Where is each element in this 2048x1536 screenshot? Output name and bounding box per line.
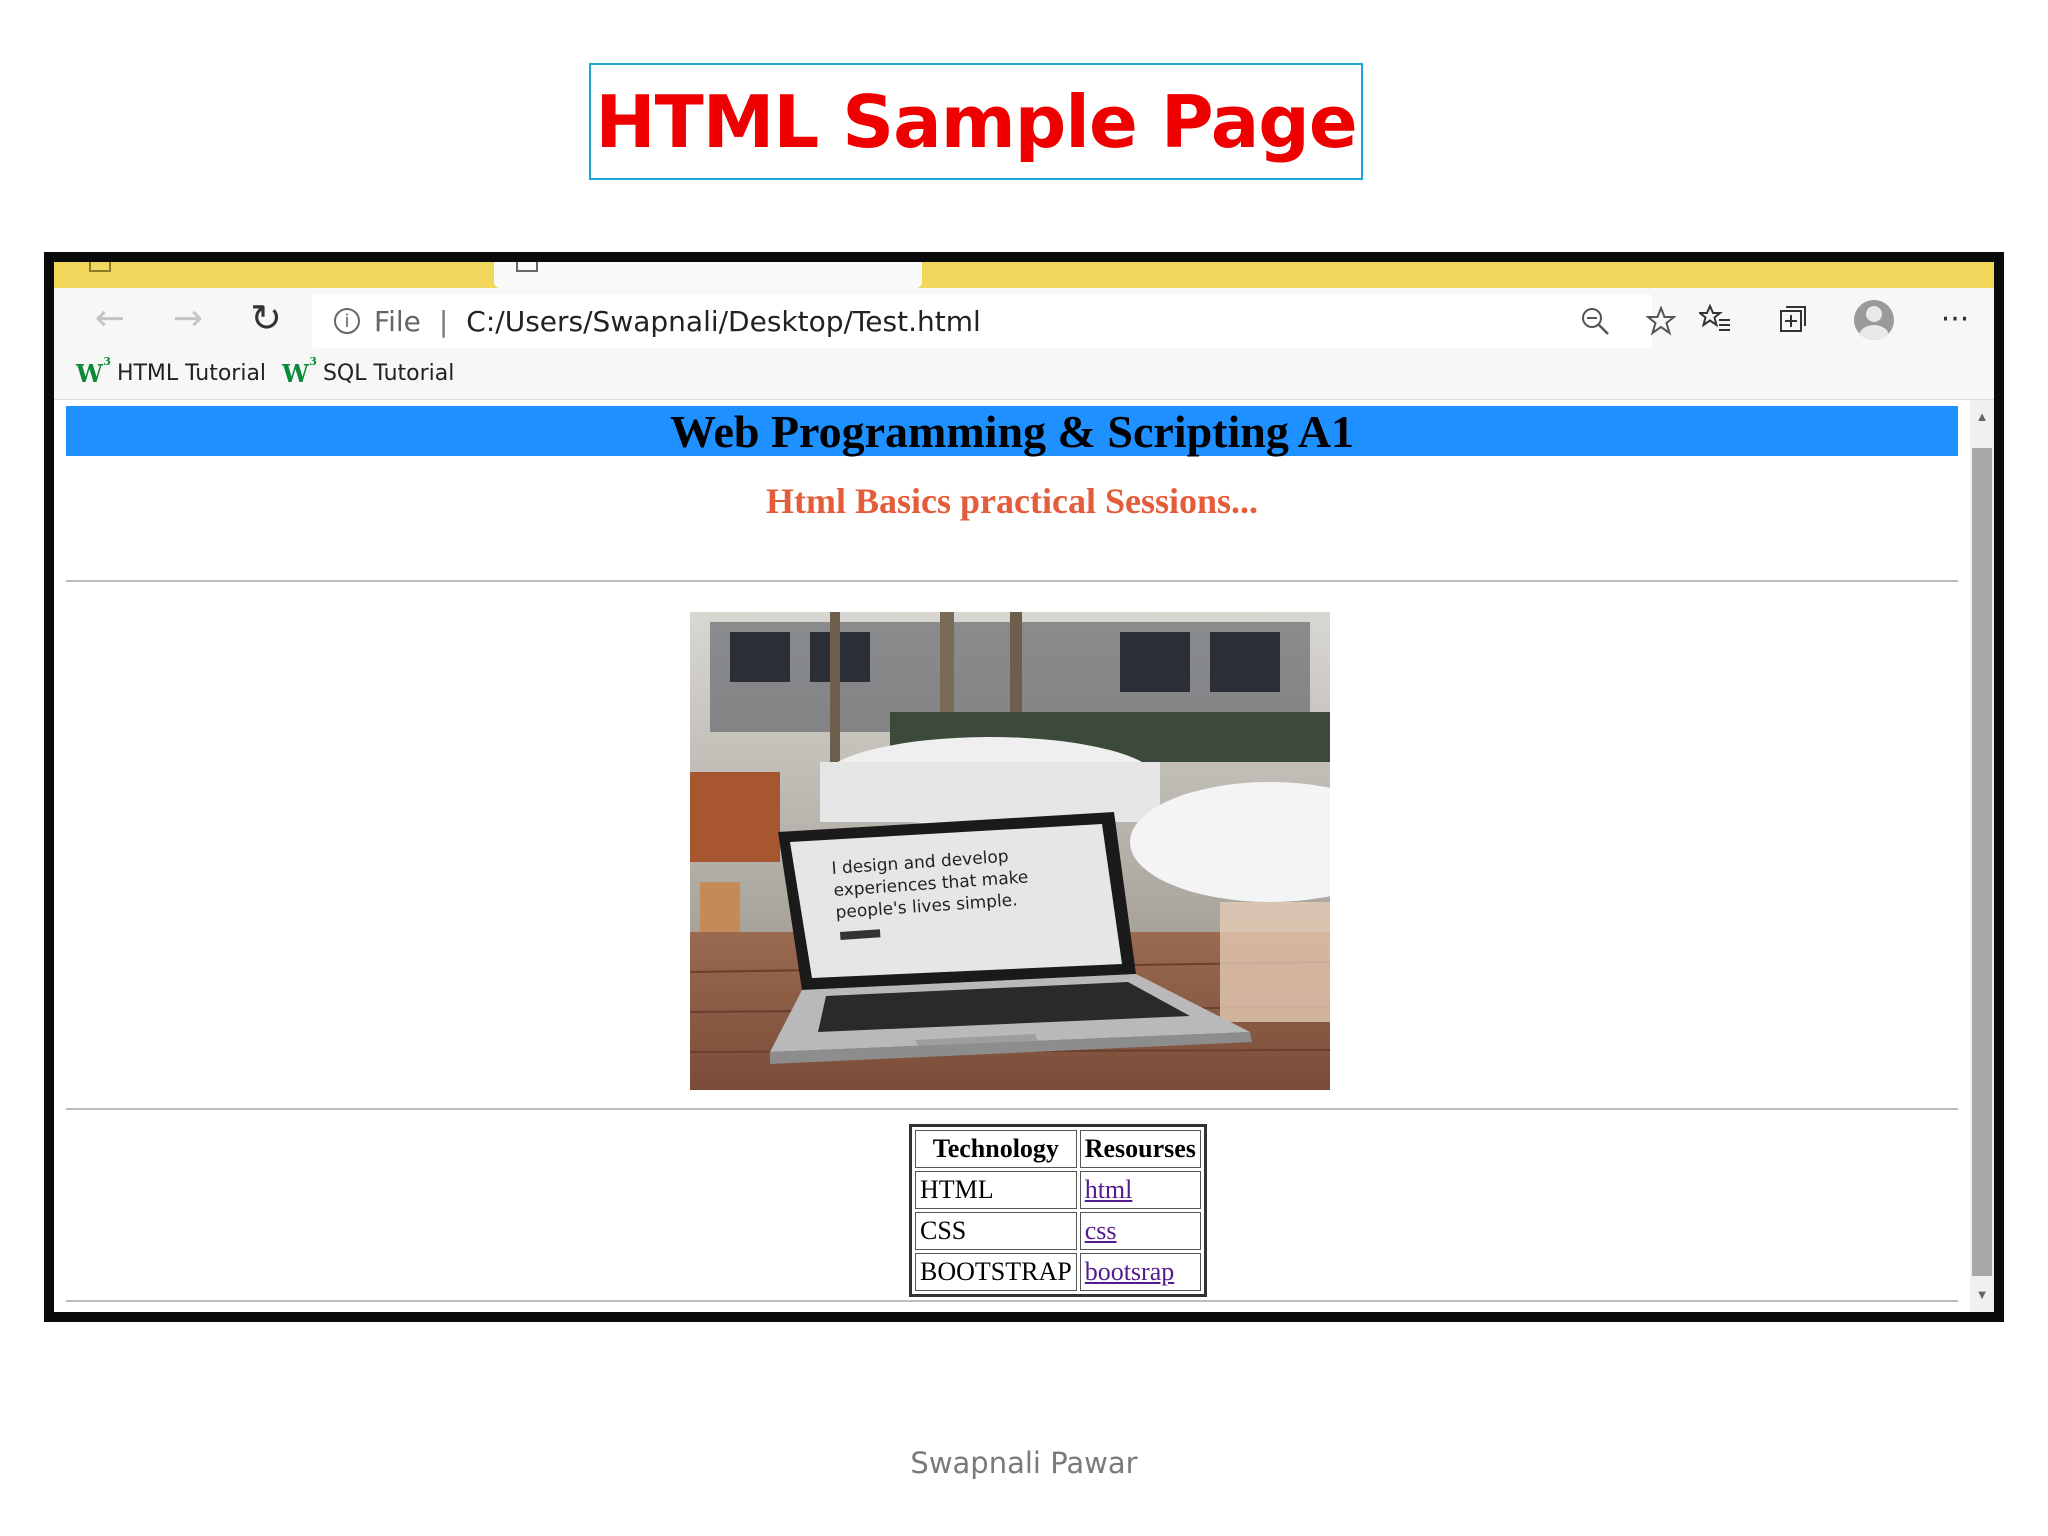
- table-header-technology: Technology: [915, 1130, 1077, 1168]
- scroll-down-arrow-icon[interactable]: ▼: [1970, 1282, 1994, 1306]
- tab-strip: [54, 262, 1994, 288]
- forward-arrow-icon[interactable]: →: [164, 294, 212, 342]
- table-header-resources: Resourses: [1079, 1130, 1201, 1168]
- table-row: CSS css: [915, 1212, 1201, 1250]
- table-cell-technology: CSS: [915, 1212, 1077, 1250]
- table-header-row: Technology Resourses: [915, 1130, 1201, 1168]
- technology-table: Technology Resourses HTML html CSS css B…: [909, 1124, 1207, 1297]
- browser-window: ← → ↻ i File | C:/Users/Swapnali/Desktop…: [44, 252, 2004, 1322]
- slide-footer: Swapnali Pawar: [910, 1446, 1138, 1480]
- address-url[interactable]: C:/Users/Swapnali/Desktop/Test.html: [466, 305, 981, 338]
- favorites-list-icon[interactable]: [1690, 294, 1740, 344]
- laptop-photo: I design and develop experiences that ma…: [690, 612, 1330, 1090]
- resource-link-css[interactable]: css: [1085, 1216, 1117, 1245]
- address-scheme-label: File: [374, 304, 421, 338]
- address-bar[interactable]: i File | C:/Users/Swapnali/Desktop/Test.…: [312, 294, 1676, 348]
- table-row: HTML html: [915, 1171, 1201, 1209]
- slide-title: HTML Sample Page: [589, 63, 1363, 180]
- bookmark-label: HTML Tutorial: [116, 360, 267, 386]
- w3schools-icon: W3: [76, 354, 111, 388]
- resource-link-bootstrap[interactable]: bootsrap: [1085, 1257, 1175, 1286]
- bookmark-sql-tutorial[interactable]: W3 SQL Tutorial: [282, 354, 455, 388]
- bookmark-label: SQL Tutorial: [322, 360, 455, 386]
- table-cell-resource: html: [1079, 1171, 1201, 1209]
- page-viewport: Web Programming & Scripting A1 Html Basi…: [54, 400, 1994, 1312]
- horizontal-rule: [66, 1108, 1958, 1110]
- web-page-header: Web Programming & Scripting A1: [66, 406, 1958, 457]
- favorite-star-icon[interactable]: [1646, 294, 1676, 348]
- tab-page-icon: [516, 262, 538, 272]
- scrollbar-thumb[interactable]: [1972, 448, 1992, 1276]
- tab-page-icon[interactable]: [89, 262, 111, 272]
- bookmarks-bar: W3 HTML Tutorial W3 SQL Tutorial: [54, 348, 1994, 400]
- back-arrow-icon[interactable]: ←: [86, 294, 134, 342]
- zoom-out-icon[interactable]: [1580, 294, 1610, 348]
- table-cell-resource: css: [1079, 1212, 1201, 1250]
- table-cell-technology: HTML: [915, 1171, 1077, 1209]
- table-cell-resource: bootsrap: [1079, 1253, 1201, 1291]
- profile-avatar[interactable]: [1854, 300, 1894, 340]
- collections-icon[interactable]: [1768, 294, 1818, 344]
- horizontal-rule: [66, 1300, 1958, 1302]
- vertical-scrollbar[interactable]: ▲ ▼: [1970, 400, 1994, 1312]
- bookmark-html-tutorial[interactable]: W3 HTML Tutorial: [76, 354, 267, 388]
- refresh-icon[interactable]: ↻: [242, 294, 290, 342]
- w3schools-icon: W3: [282, 354, 317, 388]
- horizontal-rule: [66, 580, 1958, 582]
- web-page-subheader: Html Basics practical Sessions...: [766, 481, 1258, 521]
- table-cell-technology: BOOTSTRAP: [915, 1253, 1077, 1291]
- tab-active[interactable]: [494, 262, 922, 288]
- more-menu-icon[interactable]: ···: [1930, 294, 1980, 344]
- table-row: BOOTSTRAP bootsrap: [915, 1253, 1201, 1291]
- resource-link-html[interactable]: html: [1085, 1175, 1133, 1204]
- scroll-up-arrow-icon[interactable]: ▲: [1970, 404, 1994, 428]
- info-icon[interactable]: i: [334, 308, 360, 334]
- browser-toolbar: ← → ↻ i File | C:/Users/Swapnali/Desktop…: [54, 288, 1994, 348]
- address-separator: |: [438, 304, 449, 338]
